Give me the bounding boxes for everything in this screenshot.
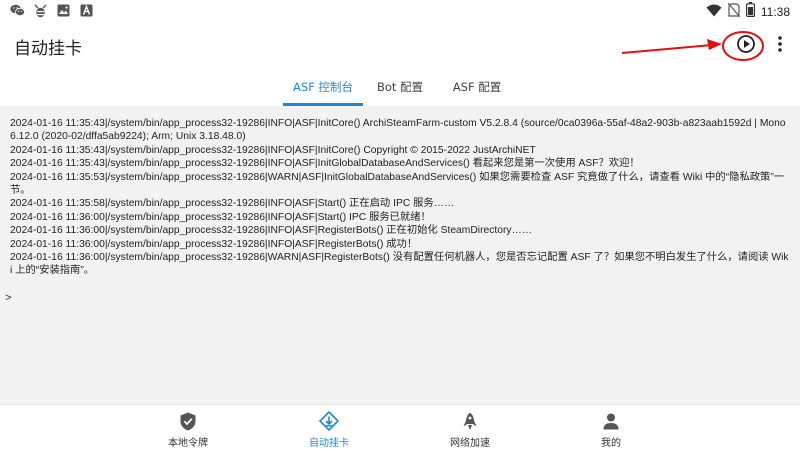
nav-label: 本地令牌 [168,438,208,449]
log-line: 2024-01-16 11:36:00|/system/bin/app_proc… [10,225,533,237]
shield-check-icon [180,411,196,431]
no-sim-icon [727,2,741,21]
log-line: 2024-01-16 11:35:43|/system/bin/app_proc… [10,118,786,143]
a-letter-icon [79,3,94,18]
log-line: 2024-01-16 11:35:58|/system/bin/app_proc… [10,198,455,210]
more-options-button[interactable] [770,33,790,59]
log-line: 2024-01-16 11:36:00|/system/bin/app_proc… [10,211,431,223]
nav-item-auto-idle[interactable]: 自动挂卡 [284,405,374,451]
battery-icon [745,2,755,21]
diamond-download-icon [319,411,339,431]
tab-asf-console[interactable]: ASF 控制台 [283,68,363,106]
status-bar: 11:38 [0,0,800,22]
status-time: 11:38 [760,4,790,19]
nav-item-me[interactable]: 我的 [566,405,656,451]
photo-icon [56,3,71,18]
tab-bot-config[interactable]: Bot 配置 [363,68,437,106]
console-output[interactable]: 2024-01-16 11:35:43|/system/bin/app_proc… [0,106,800,404]
wifi-icon [706,2,722,21]
log-line: 2024-01-16 11:35:43|/system/bin/app_proc… [10,144,536,156]
log-line: 2024-01-16 11:36:00|/system/bin/app_proc… [10,238,418,250]
console-prompt[interactable]: > [5,293,12,305]
status-right-icons: 11:38 [706,2,790,21]
log-line: 2024-01-16 11:36:00|/system/bin/app_proc… [10,252,789,277]
log-line: 2024-01-16 11:35:53|/system/bin/app_proc… [10,171,785,197]
play-circle-icon [736,34,756,58]
bottom-nav: 本地令牌 自动挂卡 网络加速 我的 [0,404,800,450]
nav-item-local-token[interactable]: 本地令牌 [143,405,233,451]
more-vert-icon [777,35,783,57]
rocket-icon [463,411,477,431]
wechat-icon [10,3,25,18]
nav-label: 自动挂卡 [309,438,349,449]
start-button[interactable] [733,33,759,59]
person-icon [603,411,619,431]
log-line: 2024-01-16 11:35:43|/system/bin/app_proc… [10,158,640,170]
tab-bar: ASF 控制台 Bot 配置 ASF 配置 [0,68,800,106]
nav-label: 我的 [601,438,621,449]
bug-icon [33,3,48,18]
nav-label: 网络加速 [450,438,490,449]
tab-asf-config[interactable]: ASF 配置 [437,68,517,106]
app-bar: 自动挂卡 [0,22,800,68]
status-left-icons [10,3,94,18]
nav-item-network-boost[interactable]: 网络加速 [425,405,515,451]
page-title: 自动挂卡 [14,39,82,58]
